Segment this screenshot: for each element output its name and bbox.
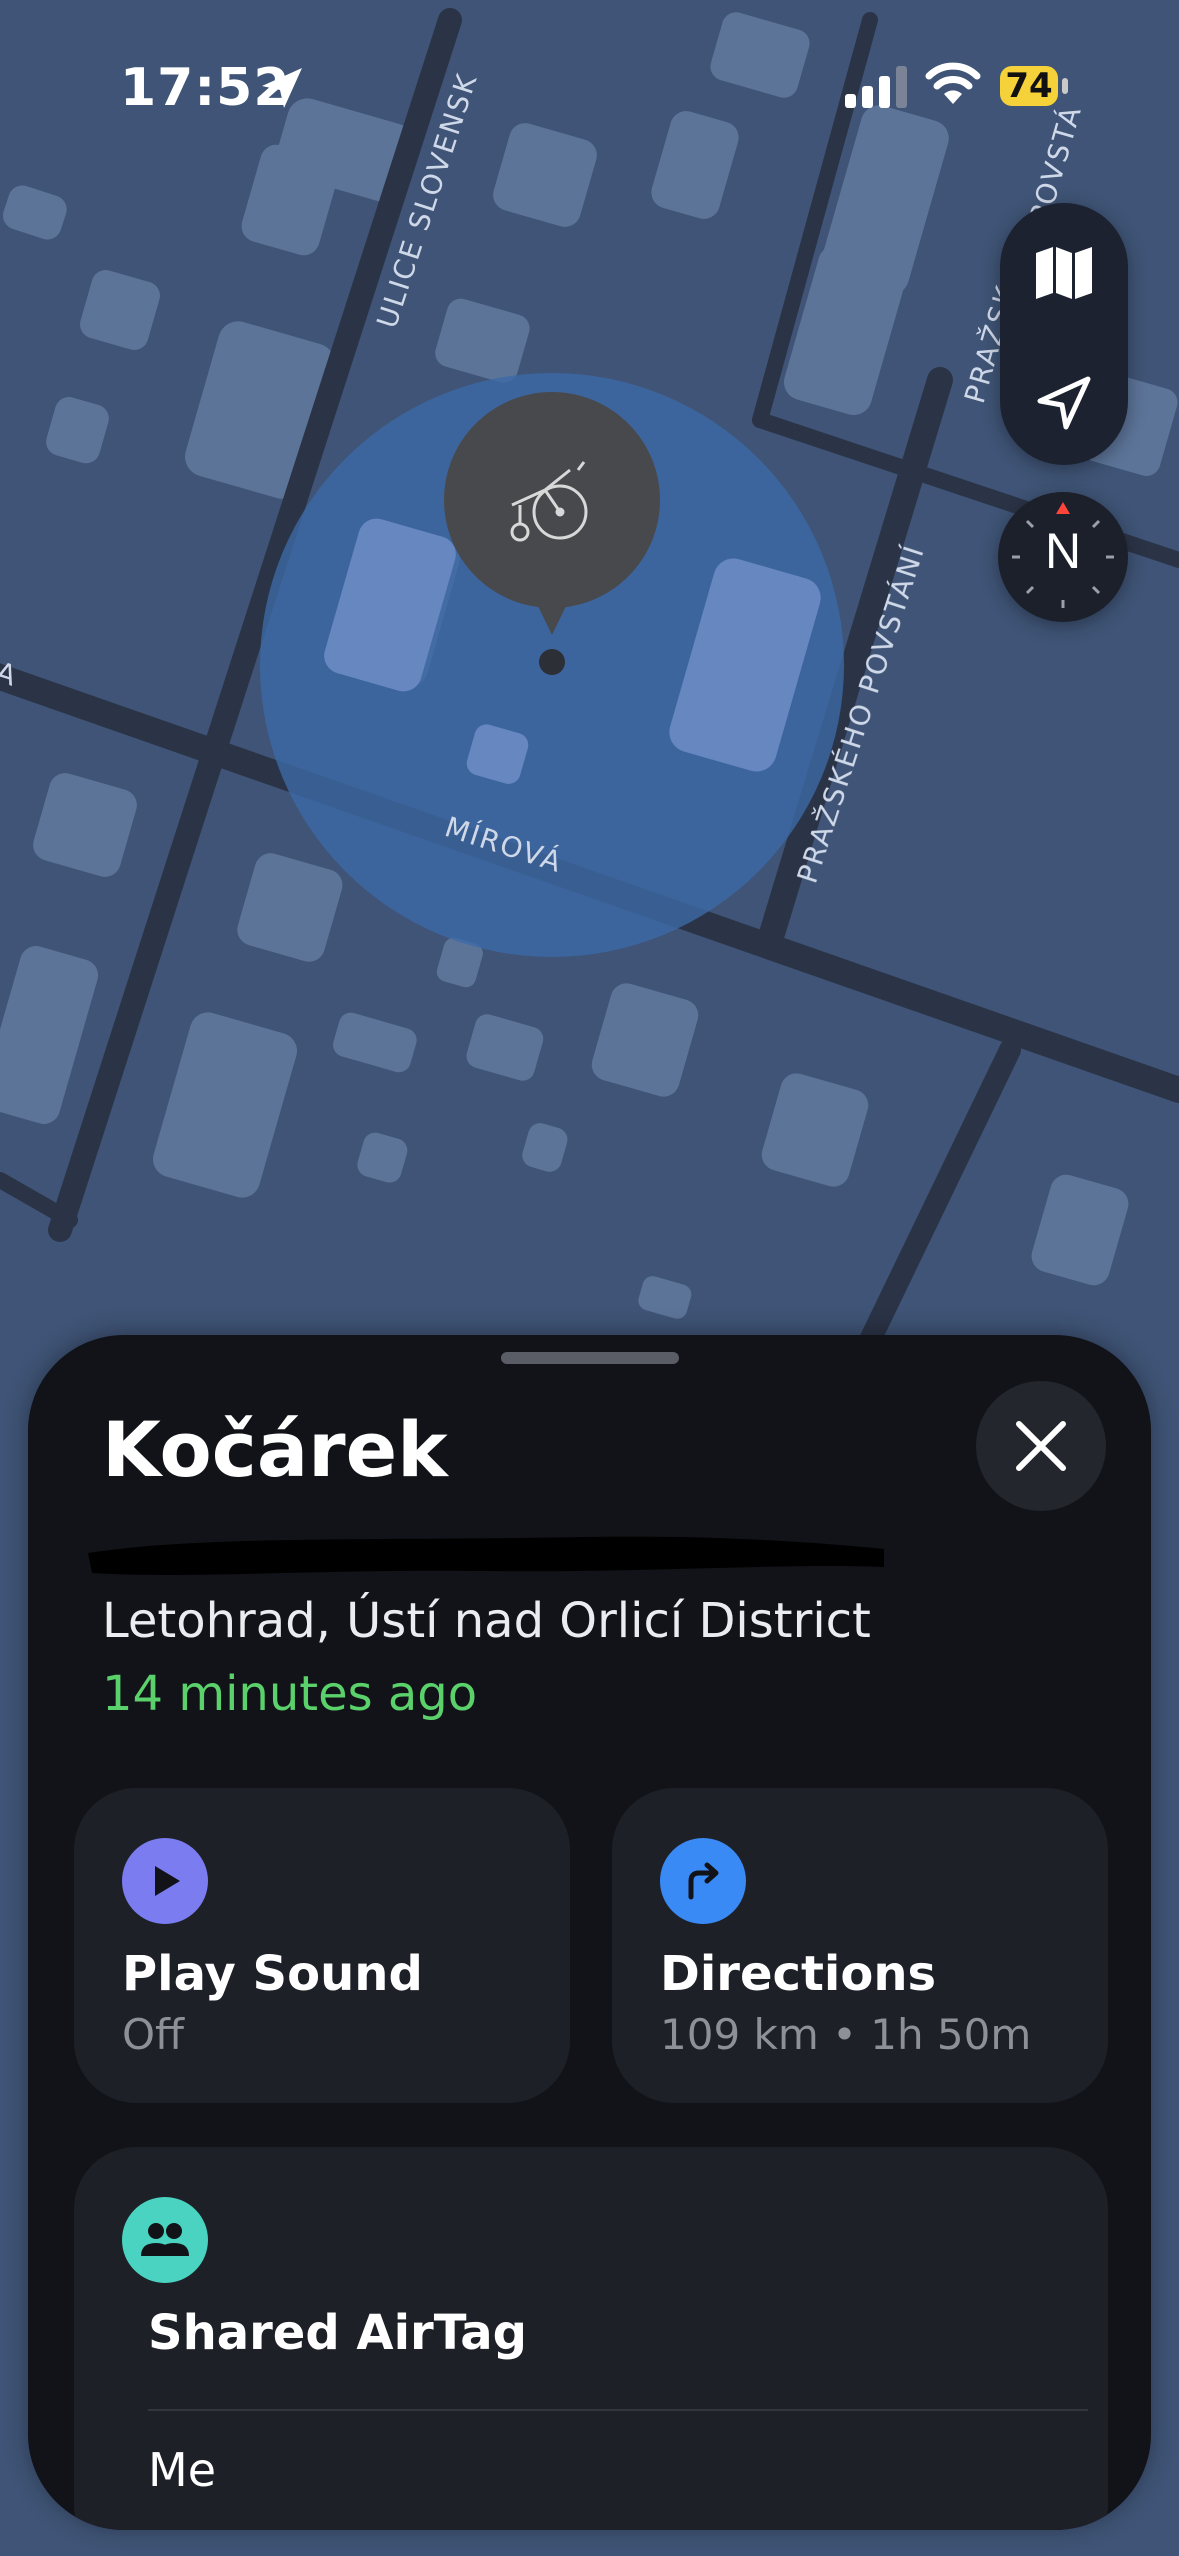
cellular-signal-icon <box>845 66 907 108</box>
shared-airtag-card: Shared AirTag Me <box>74 2147 1108 2530</box>
item-detail-sheet: Kočárek Letohrad, Ústí nad Orlicí Distri… <box>28 1335 1151 2530</box>
sheet-grabber[interactable] <box>501 1352 679 1364</box>
play-sound-status: Off <box>122 2010 184 2059</box>
people-icon <box>141 2223 189 2256</box>
turn-right-arrow-icon <box>688 1862 719 1900</box>
play-icon-badge <box>122 1838 208 1924</box>
map-icon <box>1036 247 1092 299</box>
battery-icon: 74 <box>1000 66 1058 106</box>
shared-airtag-label: Shared AirTag <box>148 2305 528 2361</box>
play-icon <box>155 1866 180 1896</box>
directions-label: Directions <box>660 1946 937 2002</box>
track-location-button[interactable] <box>1000 343 1128 463</box>
directions-button[interactable]: Directions 109 km • 1h 50m <box>612 1788 1108 2103</box>
wifi-icon <box>925 62 981 104</box>
people-icon-badge <box>122 2197 208 2283</box>
map-mode-button[interactable] <box>1000 213 1128 333</box>
divider <box>148 2409 1088 2411</box>
directions-detail: 109 km • 1h 50m <box>660 2010 1032 2059</box>
directions-icon-badge <box>660 1838 746 1924</box>
battery-tip <box>1062 78 1068 94</box>
play-sound-label: Play Sound <box>122 1946 423 2002</box>
close-icon <box>1016 1421 1066 1471</box>
status-bar: 17:52 74 <box>0 0 1179 170</box>
last-seen-time: 14 minutes ago <box>102 1666 478 1722</box>
play-sound-button[interactable]: Play Sound Off <box>74 1788 570 2103</box>
item-title: Kočárek <box>102 1405 448 1494</box>
close-button[interactable] <box>976 1381 1106 1511</box>
pin-dot <box>539 649 565 675</box>
shared-member-me[interactable]: Me <box>148 2443 216 2497</box>
compass-north-label: N <box>1044 523 1082 579</box>
redacted-street-address <box>88 1536 884 1575</box>
compass-button[interactable]: N <box>998 492 1128 622</box>
item-address: Letohrad, Ústí nad Orlicí District <box>102 1593 871 1649</box>
location-arrow-icon <box>262 68 302 108</box>
location-arrow-icon <box>1037 376 1091 430</box>
map-controls <box>1000 203 1128 465</box>
